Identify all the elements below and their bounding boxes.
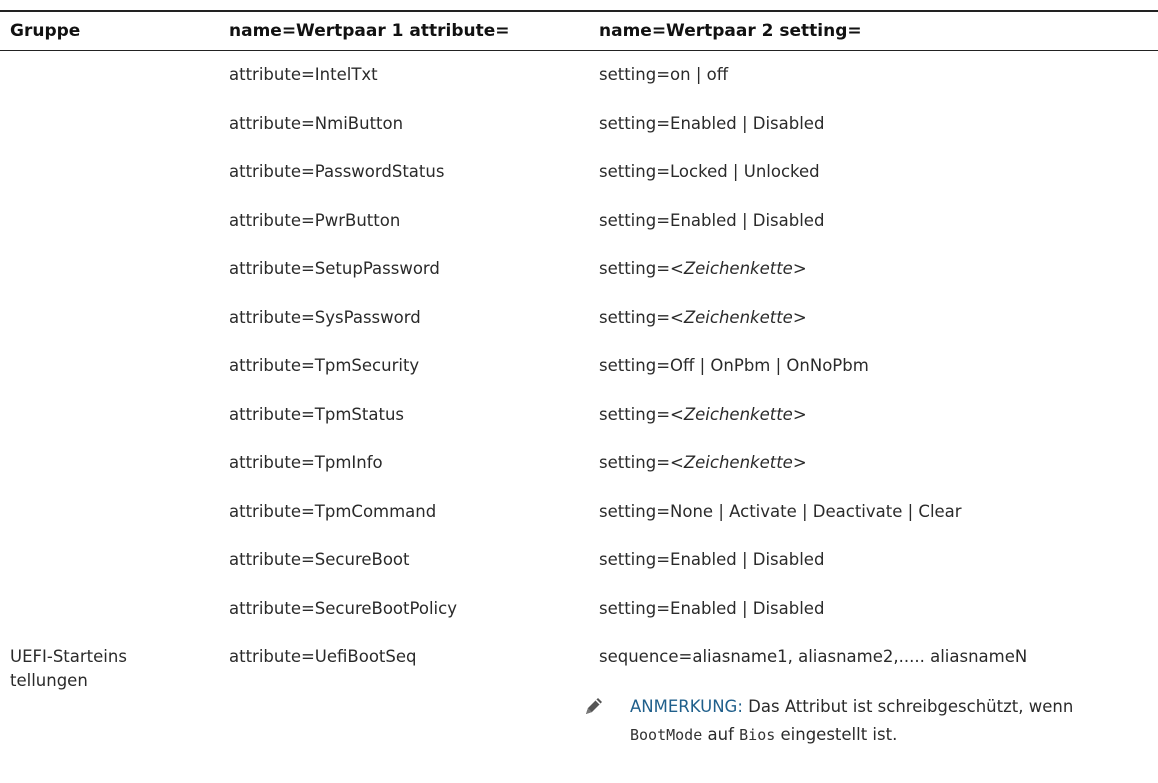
attribute-cell: attribute=PasswordStatus	[229, 162, 445, 181]
setting-cell: setting=Enabled | Disabled	[599, 210, 825, 230]
setting-prefix: setting=	[599, 404, 671, 424]
table-row: attribute=TpmInfo setting=<Zeichenkette>	[0, 439, 1158, 488]
attribute-cell: attribute=UefiBootSeq	[229, 647, 417, 666]
table-row: attribute=SecureBoot setting=Enabled | Di…	[0, 536, 1158, 585]
table-row: attribute=NmiButton setting=Enabled | Dis…	[0, 100, 1158, 149]
header-group: Gruppe	[10, 21, 81, 41]
setting-cell: setting=Enabled | Disabled	[599, 550, 825, 569]
table-row: attribute=TpmStatus setting=<Zeichenkette…	[0, 391, 1158, 440]
pencil-note-icon	[583, 695, 605, 717]
setting-prefix: setting=	[599, 453, 671, 472]
setting-prefix: setting=	[599, 259, 671, 278]
table-row: attribute=TpmSecurity setting=Off | OnPbm…	[0, 342, 1158, 391]
setting-placeholder: <Zeichenkette>	[670, 404, 807, 424]
note-text-before: Das Attribut ist schreibgeschützt, wenn	[748, 697, 1074, 716]
setting-cell: setting=on | off	[599, 65, 729, 84]
attribute-cell: attribute=PwrButton	[229, 210, 401, 230]
table-row-uefi: UEFI-Starteinstellungen attribute=UefiBo…	[0, 633, 1158, 783]
table-row: attribute=SysPassword setting=<Zeichenket…	[0, 294, 1158, 343]
group-uefi: UEFI-Starteinstellungen	[10, 647, 127, 690]
table-row: attribute=IntelTxt setting=on | off	[0, 51, 1158, 100]
setting-cell: setting=Off | OnPbm | OnNoPbm	[599, 356, 869, 375]
setting-cell: setting=Enabled | Disabled	[599, 113, 825, 133]
setting-cell: setting=Enabled | Disabled	[599, 598, 825, 618]
attribute-cell: attribute=IntelTxt	[229, 65, 378, 84]
table-row: attribute=SetupPassword setting=<Zeichenk…	[0, 245, 1158, 294]
setting-placeholder: <Zeichenkette>	[670, 259, 807, 278]
setting-cell: sequence=aliasname1, aliasname2,..... al…	[599, 647, 1028, 666]
header-pair2: name=Wertpaar 2 setting=	[599, 21, 862, 41]
attribute-cell: attribute=TpmInfo	[229, 453, 383, 472]
setting-cell: setting=Locked | Unlocked	[599, 162, 820, 181]
table-row: attribute=SecureBootPolicy setting=Enable…	[0, 585, 1158, 634]
note-label: ANMERKUNG:	[630, 697, 743, 716]
setting-cell: setting=<Zeichenkette>	[599, 439, 807, 487]
note-text-after: eingestellt ist.	[780, 725, 898, 744]
settings-table: Gruppe name=Wertpaar 1 attribute= name=W…	[0, 10, 1158, 783]
header-pair1: name=Wertpaar 1 attribute=	[229, 21, 510, 41]
setting-placeholder: <Zeichenkette>	[670, 307, 807, 327]
attribute-cell: attribute=SecureBootPolicy	[229, 598, 457, 618]
table-row: attribute=TpmCommand setting=None | Activ…	[0, 488, 1158, 537]
attribute-cell: attribute=TpmSecurity	[229, 356, 420, 375]
setting-cell: setting=<Zeichenkette>	[599, 245, 807, 293]
setting-cell: setting=<Zeichenkette>	[599, 391, 807, 439]
table-header: Gruppe name=Wertpaar 1 attribute= name=W…	[0, 10, 1158, 51]
setting-placeholder: <Zeichenkette>	[670, 453, 807, 472]
setting-prefix: setting=	[599, 307, 671, 327]
table-body: attribute=IntelTxt setting=on | off attrib…	[0, 51, 1158, 633]
note-text-middle: auf	[707, 725, 734, 744]
attribute-cell: attribute=TpmStatus	[229, 404, 404, 424]
attribute-cell: attribute=SetupPassword	[229, 259, 440, 278]
setting-cell: setting=<Zeichenkette>	[599, 294, 807, 342]
note-code-bootmode: BootMode	[630, 726, 703, 744]
attribute-cell: attribute=NmiButton	[229, 113, 404, 133]
table-row: attribute=PwrButton setting=Enabled | Dis…	[0, 197, 1158, 246]
table-row: attribute=PasswordStatus setting=Locked |…	[0, 148, 1158, 197]
attribute-cell: attribute=SysPassword	[229, 307, 421, 327]
attribute-cell: attribute=TpmCommand	[229, 501, 437, 521]
note-code-bios: Bios	[739, 726, 776, 744]
attribute-cell: attribute=SecureBoot	[229, 550, 410, 569]
note-text: ANMERKUNG: Das Attribut ist schreibgesch…	[630, 693, 1150, 749]
setting-cell: setting=None | Activate | Deactivate | C…	[599, 501, 962, 521]
